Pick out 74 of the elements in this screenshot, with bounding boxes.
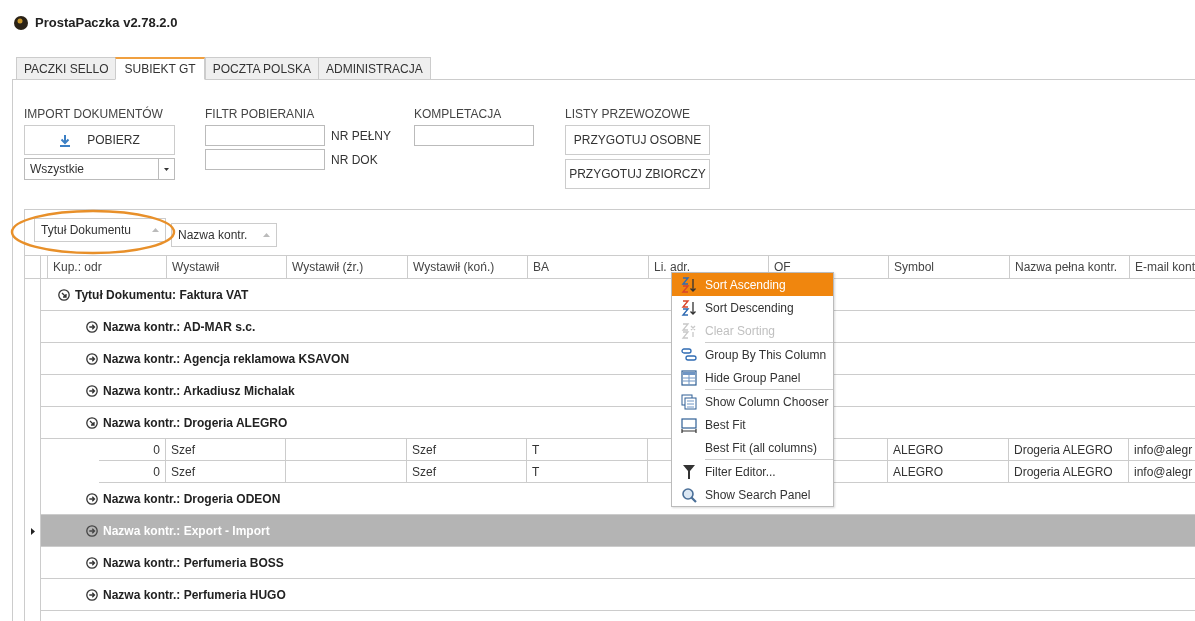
menu-item[interactable]: Hide Group Panel	[672, 366, 833, 389]
menu-item[interactable]: Filter Editor...	[672, 460, 833, 483]
collapsed-arrow-icon[interactable]	[86, 384, 98, 397]
expanded-arrow-icon[interactable]	[58, 288, 70, 301]
table-cell: T	[527, 461, 648, 483]
table-cell: Drogeria ALEGRO	[1009, 461, 1129, 483]
sort-ascending-icon	[680, 276, 697, 293]
group-row-label[interactable]: Nazwa kontr.: Arkadiusz Michalak	[103, 383, 295, 398]
collapsed-arrow-icon[interactable]	[86, 588, 98, 601]
column-header[interactable]: Wystawił (koń.)	[408, 256, 528, 278]
input-field[interactable]	[205, 149, 325, 170]
column-header[interactable]: Wystawił	[167, 256, 287, 278]
column-header[interactable]: E-mail kont	[1130, 256, 1195, 278]
tab[interactable]: SUBIEKT GT	[115, 57, 205, 80]
best-fit-icon	[680, 416, 697, 433]
collapsed-arrow-icon[interactable]	[86, 320, 98, 333]
clear-sorting-icon	[680, 322, 697, 339]
expanded-arrow-icon[interactable]	[86, 416, 98, 429]
column-header[interactable]: Wystawił (źr.)	[287, 256, 408, 278]
window-title: ProstaPaczka v2.78.2.0	[35, 15, 178, 30]
panel-icon	[680, 369, 697, 386]
input-field[interactable]	[205, 125, 325, 146]
collapsed-arrow-icon[interactable]	[86, 492, 98, 505]
menu-item[interactable]: Show Column Chooser	[672, 390, 833, 413]
tab[interactable]: PACZKI SELLO	[16, 57, 116, 80]
table-cell: Szef	[407, 461, 527, 483]
group-row-label[interactable]: Nazwa kontr.: Drogeria ALEGRO	[103, 415, 288, 430]
action-button[interactable]: PRZYGOTUJ OSOBNE	[565, 125, 710, 155]
download-icon	[59, 133, 72, 147]
section-label: FILTR POBIERANIA	[205, 107, 316, 121]
filter-icon	[681, 463, 696, 480]
column-header[interactable]: Kup.: odr	[48, 256, 167, 278]
action-button[interactable]: PRZYGOTUJ ZBIORCZY	[565, 159, 710, 189]
collapsed-arrow-icon[interactable]	[86, 556, 98, 569]
table-cell: 0	[99, 461, 166, 483]
group-row-label[interactable]: Nazwa kontr.: Perfumeria HUGO	[103, 587, 286, 602]
dropdown[interactable]: Wszystkie	[24, 158, 175, 180]
group-chip[interactable]: Tytuł Dokumentu	[34, 218, 166, 242]
column-header[interactable]: Symbol	[889, 256, 1010, 278]
field-label: NR PEŁNY	[331, 128, 392, 143]
tab[interactable]: ADMINISTRACJA	[318, 57, 431, 80]
menu-item[interactable]: Group By This Column	[672, 343, 833, 366]
group-row-label[interactable]: Nazwa kontr.: Perfumeria BOSS	[103, 555, 284, 570]
row-pointer-icon	[30, 527, 35, 535]
table-cell: info@alegr	[1129, 461, 1195, 483]
download-button[interactable]: POBIERZ	[24, 125, 175, 155]
menu-item[interactable]: Best Fit	[672, 413, 833, 436]
tab[interactable]: POCZTA POLSKA	[204, 57, 319, 80]
section-label: LISTY PRZEWOZOWE	[565, 107, 692, 121]
collapsed-arrow-icon[interactable]	[86, 352, 98, 365]
group-row-label[interactable]: Nazwa kontr.: AD-MAR s.c.	[103, 319, 256, 334]
sort-caret-icon	[152, 228, 159, 232]
column-header[interactable]: Nazwa pełna kontr.	[1010, 256, 1130, 278]
section-label: KOMPLETACJA	[414, 107, 503, 121]
group-chip[interactable]: Nazwa kontr.	[171, 223, 277, 247]
column-header[interactable]: BA	[528, 256, 649, 278]
sort-descending-icon	[680, 299, 697, 316]
column-chooser-icon	[680, 393, 697, 410]
app-logo-icon	[14, 15, 28, 30]
group-row-label[interactable]: Nazwa kontr.: Agencja reklamowa KSAVON	[103, 351, 350, 366]
section-label: IMPORT DOKUMENTÓW	[24, 107, 164, 121]
group-row-label[interactable]: Nazwa kontr.: Drogeria ODEON	[103, 491, 281, 506]
menu-item[interactable]: Best Fit (all columns)	[672, 436, 833, 459]
menu-item[interactable]: Sort Descending	[672, 296, 833, 319]
table-cell: ALEGRO	[888, 461, 1009, 483]
input-field[interactable]	[414, 125, 534, 146]
table-cell: Szef	[166, 461, 286, 483]
group-icon	[680, 346, 697, 363]
field-label: NR DOK	[331, 152, 378, 167]
sort-caret-icon	[263, 233, 270, 237]
group-row-label[interactable]: Tytuł Dokumentu: Faktura VAT	[75, 287, 249, 302]
dropdown-arrow-icon[interactable]	[164, 167, 169, 171]
menu-item[interactable]: Show Search Panel	[672, 483, 833, 506]
search-icon	[680, 486, 697, 503]
